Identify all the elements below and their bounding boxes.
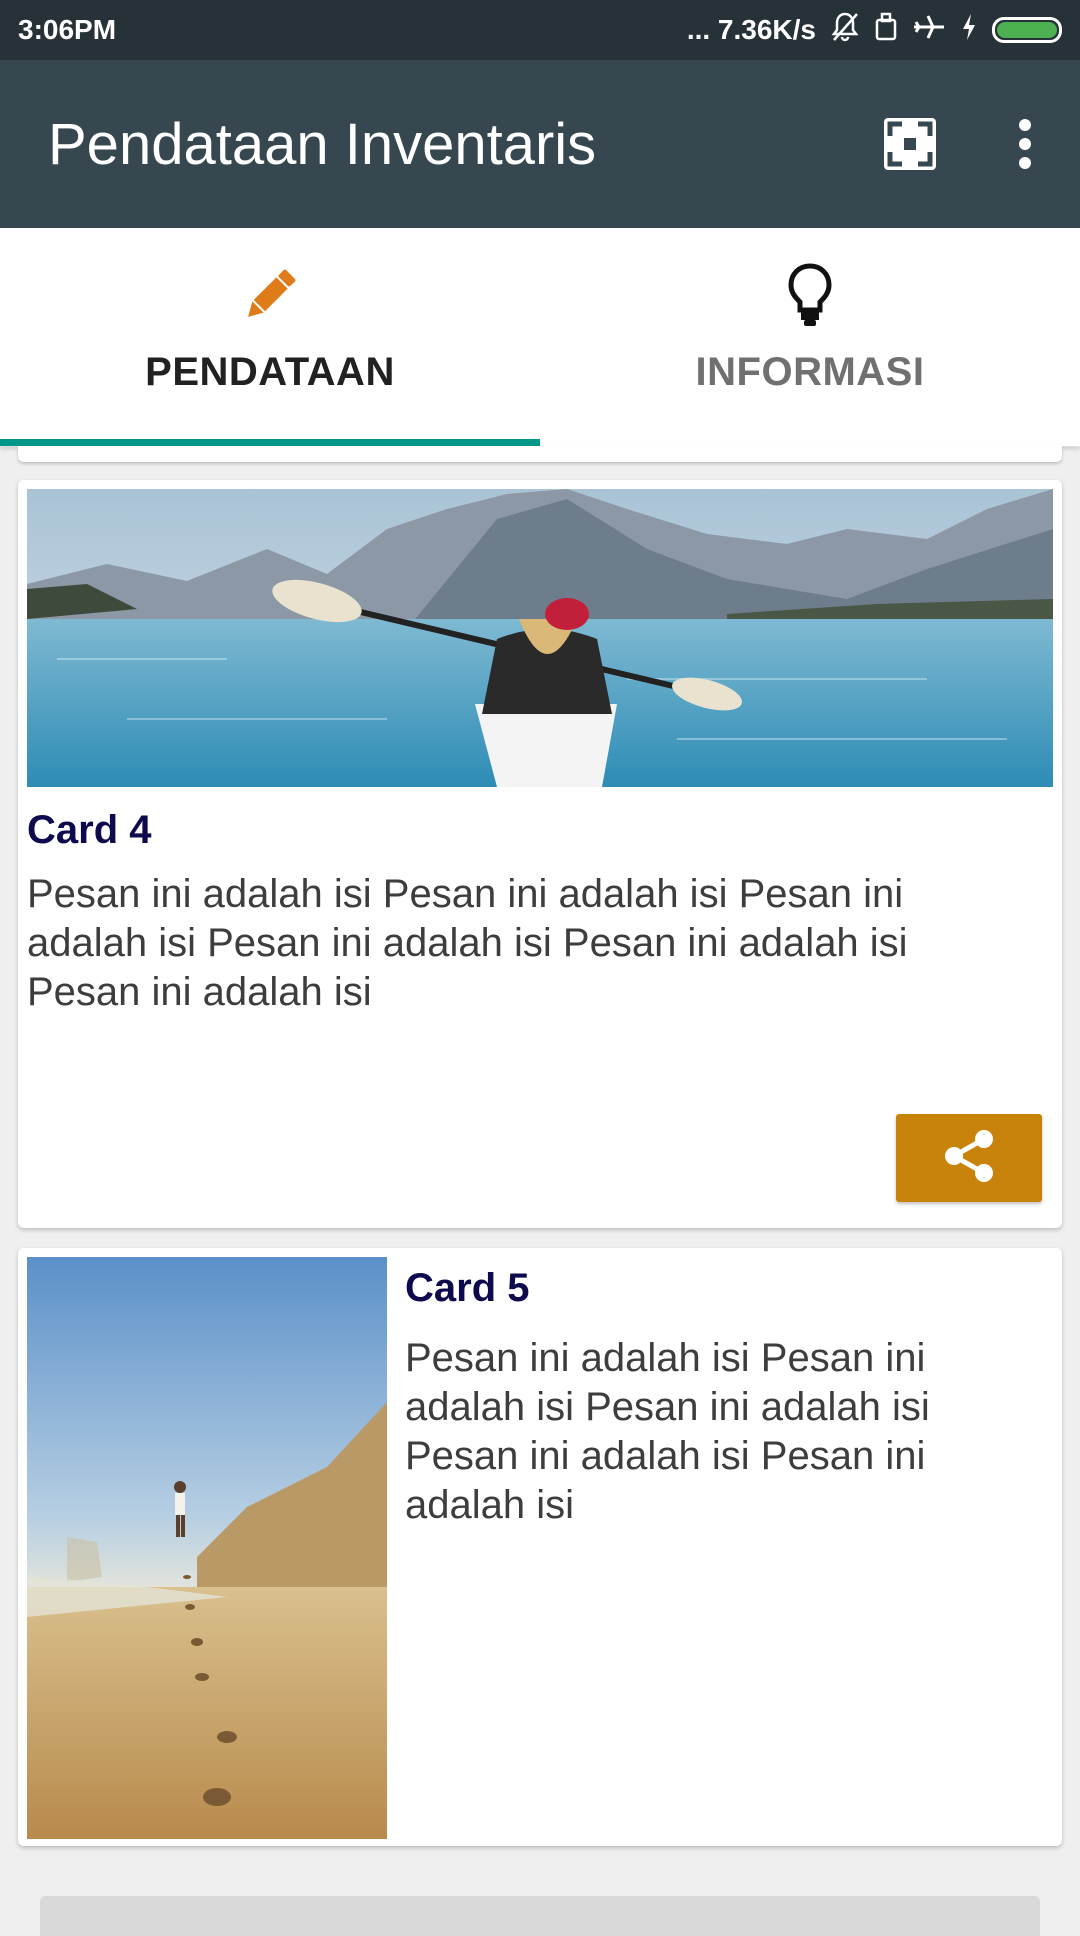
card-4-body: Pesan ini adalah isi Pesan ini adalah is… bbox=[27, 872, 908, 1014]
share-icon bbox=[940, 1127, 998, 1189]
pencil-icon bbox=[237, 262, 303, 332]
charging-icon bbox=[960, 12, 978, 49]
status-icons: ... 7.36K/s bbox=[687, 11, 1062, 50]
lightbulb-icon bbox=[785, 262, 835, 332]
status-bar: 3:06PM ... 7.36K/s bbox=[0, 0, 1080, 60]
app-bar: Pendataan Inventaris bbox=[0, 60, 1080, 228]
tab-bar: PENDATAAN INFORMASI bbox=[0, 228, 1080, 447]
card-4[interactable]: Card 4 Pesan ini adalah isi Pesan ini ad… bbox=[18, 480, 1062, 1228]
app-title: Pendataan Inventaris bbox=[48, 111, 597, 177]
tab-label: PENDATAAN bbox=[145, 350, 395, 394]
tab-informasi[interactable]: INFORMASI bbox=[540, 228, 1080, 446]
tab-label: INFORMASI bbox=[695, 350, 925, 394]
share-button[interactable] bbox=[896, 1114, 1042, 1202]
more-vert-icon[interactable] bbox=[1018, 118, 1032, 170]
network-speed: ... 7.36K/s bbox=[686, 14, 816, 45]
tab-indicator bbox=[0, 439, 540, 446]
previous-card-edge bbox=[18, 446, 1062, 462]
card-4-title: Card 4 bbox=[27, 808, 152, 852]
tab-pendataan[interactable]: PENDATAAN bbox=[0, 228, 540, 446]
sim-icon bbox=[874, 12, 898, 49]
card-5[interactable]: Card 5 Pesan ini adalah isi Pesan ini ad… bbox=[18, 1248, 1062, 1846]
card-5-title: Card 5 bbox=[405, 1266, 530, 1310]
battery-icon bbox=[992, 17, 1062, 43]
card-5-body: Pesan ini adalah isi Pesan ini adalah is… bbox=[405, 1336, 930, 1527]
card-4-image bbox=[27, 489, 1053, 787]
status-time: 3:06PM bbox=[18, 14, 117, 45]
next-card-edge bbox=[40, 1896, 1040, 1936]
airplane-icon bbox=[912, 12, 946, 49]
card-5-image bbox=[27, 1257, 387, 1839]
fullscreen-icon[interactable] bbox=[882, 116, 938, 172]
mute-bell-icon bbox=[830, 11, 860, 50]
